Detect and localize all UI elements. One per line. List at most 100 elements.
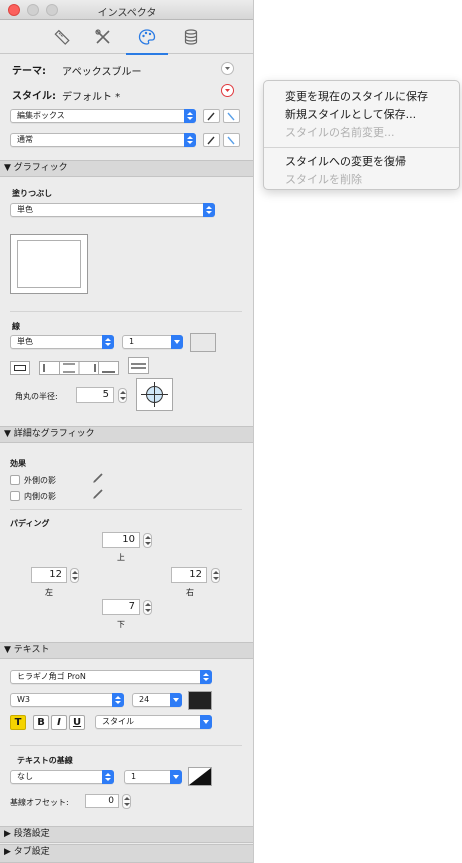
- triangle-down-icon: [225, 89, 230, 92]
- outer-shadow-label: 外側の影: [24, 476, 56, 485]
- baseline-type-select[interactable]: なし: [10, 770, 114, 784]
- underline-button[interactable]: U: [69, 715, 85, 730]
- tab-position[interactable]: [40, 21, 82, 54]
- triangle-down-icon: [225, 67, 230, 70]
- text-section-header[interactable]: ▼ テキスト: [0, 642, 253, 659]
- effects-label: 効果: [10, 459, 26, 468]
- pencil-icon: [93, 489, 103, 499]
- inner-shadow-label: 内側の影: [24, 492, 56, 501]
- corner-radius-label: 角丸の半径:: [15, 392, 58, 401]
- padding-left-label: 左: [45, 588, 53, 597]
- database-icon: [184, 29, 198, 45]
- style-select-2[interactable]: 通常: [10, 133, 196, 147]
- line-color-well[interactable]: [190, 333, 216, 352]
- inner-shadow-edit-button[interactable]: [92, 488, 104, 503]
- baseline-width-select[interactable]: 1: [124, 770, 182, 784]
- tools-icon: [95, 29, 110, 44]
- style-label: スタイル:: [12, 91, 56, 102]
- padding-top-field[interactable]: 10: [102, 532, 140, 548]
- border-all-icon: [14, 365, 26, 371]
- font-size-select[interactable]: 24: [132, 693, 182, 707]
- font-family-select[interactable]: ヒラギノ角ゴ ProN: [10, 670, 212, 684]
- tab-appearance-tools[interactable]: [82, 21, 124, 54]
- tab-settings-section-header[interactable]: ▶ タブ設定: [0, 844, 253, 863]
- inspector-panel: インスペクタ テーマ: アペックスブルー スタイル: デフォルト * 編集ボック…: [0, 0, 254, 863]
- fill-color-well[interactable]: [10, 234, 88, 294]
- padding-right-label: 右: [186, 588, 194, 597]
- line-label: 線: [12, 322, 20, 331]
- padding-left-stepper[interactable]: [70, 568, 79, 583]
- padding-top-label: 上: [117, 553, 125, 562]
- font-family-value: ヒラギノ角ゴ ProN: [17, 672, 86, 681]
- style-select-1[interactable]: 編集ボックス: [10, 109, 196, 123]
- style-value: デフォルト *: [62, 92, 121, 103]
- style-select-2-value: 通常: [17, 135, 33, 144]
- text-style-select[interactable]: スタイル: [95, 715, 212, 729]
- line-type-select[interactable]: 単色: [10, 335, 114, 349]
- graphics-section-header[interactable]: ▼ グラフィック: [0, 160, 253, 177]
- inner-shadow-checkbox[interactable]: [10, 491, 20, 501]
- divider: [10, 509, 242, 510]
- text-style-value: スタイル: [102, 717, 134, 726]
- border-sides-segment[interactable]: [39, 361, 119, 375]
- fill-type-select[interactable]: 単色: [10, 203, 215, 217]
- padding-top-stepper[interactable]: [143, 533, 152, 548]
- text-color-well[interactable]: [188, 691, 212, 710]
- theme-label: テーマ:: [12, 66, 46, 77]
- pencil-icon: [93, 473, 103, 483]
- paragraph-section-header[interactable]: ▶ 段落設定: [0, 826, 253, 843]
- inspector-tabs: [0, 21, 253, 55]
- apply-style-button-2[interactable]: [223, 133, 240, 147]
- padding-right-stepper[interactable]: [211, 568, 220, 583]
- advanced-graphics-section-header[interactable]: ▼ 詳細なグラフィック: [0, 426, 253, 443]
- double-line-icon: [131, 363, 146, 369]
- padding-left-field[interactable]: 12: [31, 567, 67, 583]
- padding-bottom-field[interactable]: 7: [102, 599, 140, 615]
- baseline-offset-stepper[interactable]: [122, 794, 131, 809]
- outer-shadow-edit-button[interactable]: [92, 472, 104, 487]
- style-menu-button[interactable]: [221, 84, 234, 97]
- border-all-button[interactable]: [10, 361, 30, 375]
- padding-bottom-label: 下: [117, 620, 125, 629]
- divider: [10, 745, 242, 746]
- title-bar: インスペクタ: [0, 0, 253, 20]
- brush-icon: [227, 136, 235, 145]
- padding-bottom-stepper[interactable]: [143, 600, 152, 615]
- corner-radius-field[interactable]: 5: [76, 387, 114, 403]
- menu-item-save-to-style[interactable]: 変更を現在のスタイルに保存: [285, 88, 428, 104]
- corner-radius-stepper[interactable]: [118, 388, 127, 403]
- menu-separator: [264, 147, 459, 148]
- window-title: インスペクタ: [97, 8, 157, 19]
- font-weight-select[interactable]: W3: [10, 693, 124, 707]
- padding-label: パディング: [10, 519, 50, 528]
- line-type-value: 単色: [17, 337, 33, 346]
- menu-item-save-as-new-style[interactable]: 新規スタイルとして保存...: [285, 106, 416, 122]
- ruler-icon: [54, 29, 70, 45]
- menu-item-delete-style: スタイルを削除: [285, 173, 362, 186]
- palette-icon: [138, 29, 156, 45]
- corner-selector[interactable]: [136, 378, 173, 411]
- font-size-value: 24: [139, 695, 150, 704]
- menu-item-revert-style[interactable]: スタイルへの変更を復帰: [285, 153, 406, 169]
- style-select-1-value: 編集ボックス: [17, 111, 65, 120]
- padding-right-field[interactable]: 12: [171, 567, 207, 583]
- baseline-color-well[interactable]: [188, 767, 212, 786]
- eyedropper-button-2[interactable]: [203, 133, 220, 147]
- tab-styles[interactable]: [126, 21, 168, 55]
- eyedropper-button-1[interactable]: [203, 109, 220, 123]
- crosshair-circle-icon: [141, 382, 168, 407]
- apply-style-button-1[interactable]: [223, 109, 240, 123]
- bold-button[interactable]: B: [33, 715, 49, 730]
- line-width-select[interactable]: 1: [122, 335, 183, 349]
- baseline-offset-label: 基線オフセット:: [10, 798, 69, 807]
- outer-shadow-checkbox[interactable]: [10, 475, 20, 485]
- tab-data[interactable]: [170, 21, 212, 54]
- theme-menu-button[interactable]: [221, 62, 234, 75]
- baseline-offset-field[interactable]: 0: [85, 794, 119, 808]
- brush-icon: [227, 112, 235, 121]
- border-double-button[interactable]: [128, 357, 149, 374]
- text-highlight-button[interactable]: T: [10, 715, 26, 730]
- italic-button[interactable]: I: [51, 715, 67, 730]
- theme-value: アペックスブルー: [62, 67, 142, 78]
- eyedropper-icon: [207, 112, 215, 121]
